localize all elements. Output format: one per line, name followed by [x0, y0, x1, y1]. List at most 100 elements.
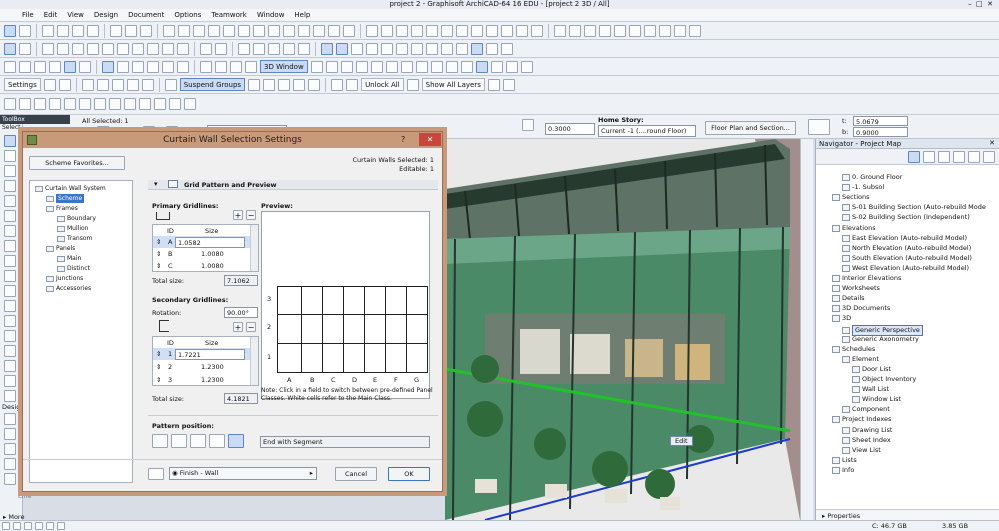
menu-edit[interactable]: Edit [44, 9, 58, 21]
layer-visibility-icon[interactable] [406, 78, 419, 91]
navigator-tree-item[interactable]: Object Inventory [852, 375, 916, 384]
marquee-icon[interactable] [19, 24, 31, 37]
navigator-tree-item[interactable]: S-02 Building Section (Independent) [842, 213, 970, 222]
adjust-icon[interactable] [147, 42, 159, 55]
properties-label[interactable]: ▸ Properties [822, 512, 860, 520]
navigator-menu-icon[interactable] [983, 150, 995, 163]
pick-up-icon[interactable] [43, 78, 56, 91]
t-input[interactable]: 5.0679 [853, 116, 908, 126]
worksheet-tool-icon[interactable] [614, 24, 626, 37]
ortho-icon[interactable] [79, 60, 91, 73]
navigator-tree-item[interactable]: -1. Subsol [842, 183, 884, 192]
primary-row-a[interactable]: ⇕ A 1.0582 [153, 236, 258, 248]
angle-dimension-icon[interactable] [516, 24, 528, 37]
section-tool-icon[interactable] [569, 24, 581, 37]
navigator-tree-item[interactable]: West Elevation (Auto-rebuild Model) [842, 264, 969, 273]
multiply-icon[interactable] [102, 42, 114, 55]
home-story-dropdown[interactable]: Current -1 (....round Floor) [598, 125, 696, 137]
navigator-tree-item[interactable]: Wall List [852, 385, 889, 394]
suspend-icon[interactable] [102, 60, 114, 73]
settings-tree-item[interactable]: Boundary [57, 214, 96, 223]
arc-tool-icon[interactable] [381, 24, 393, 37]
move-up-icon[interactable] [263, 78, 276, 91]
label-tool-icon[interactable] [426, 24, 438, 37]
dimension-tool-icon[interactable] [486, 24, 498, 37]
pen-set-icon[interactable] [411, 42, 423, 55]
cut-icon[interactable] [110, 24, 122, 37]
grid-preview[interactable]: 3 2 1 A B C D E F G [261, 211, 430, 399]
column-tool-icon[interactable] [178, 24, 190, 37]
secondary-row-1[interactable]: ⇕ 1 1.7221 [153, 348, 258, 360]
rotate-icon[interactable] [57, 42, 69, 55]
move-down-icon[interactable] [278, 78, 291, 91]
mirror-icon[interactable] [72, 42, 84, 55]
copy-icon[interactable] [125, 24, 137, 37]
drag-icon[interactable] [42, 42, 54, 55]
new-icon[interactable] [42, 24, 54, 37]
pan-icon[interactable] [283, 42, 295, 55]
align-left-icon[interactable] [293, 78, 306, 91]
partial-structure-icon[interactable] [441, 42, 453, 55]
snap-guides-icon[interactable] [49, 98, 61, 110]
primary-add-button[interactable]: + [233, 210, 243, 220]
shell-tool-icon[interactable] [238, 24, 250, 37]
roof-tool-icon[interactable] [223, 24, 235, 37]
distance-snap-icon[interactable] [184, 98, 196, 110]
navigator-tree-item[interactable]: 3D [832, 314, 851, 323]
status-pan-icon[interactable] [24, 522, 32, 530]
status-arrow-icon[interactable] [2, 522, 10, 530]
grid-snap-toggle-icon[interactable] [4, 98, 16, 110]
ungroup-icon[interactable] [162, 60, 174, 73]
element-info-icon[interactable] [475, 60, 488, 73]
secondary-remove-button[interactable]: − [246, 322, 256, 332]
menu-options[interactable]: Options [174, 9, 201, 21]
split-icon[interactable] [132, 42, 144, 55]
primary-size-input-a[interactable]: 1.0582 [175, 237, 245, 248]
navigator-tree-item[interactable]: Elevations [832, 224, 876, 233]
navigator-icon[interactable] [19, 42, 31, 55]
navigator-tree-item[interactable]: S-01 Building Section (Auto-rebuild Mode [842, 203, 986, 212]
tb-mesh-icon[interactable] [4, 345, 16, 357]
menu-help[interactable]: Help [294, 9, 310, 21]
layer-settings-icon[interactable] [148, 468, 164, 480]
3d-cut-icon[interactable] [200, 60, 212, 73]
pattern-center-icon[interactable] [190, 434, 206, 448]
settings-tree-item[interactable]: Scheme [46, 194, 85, 203]
sun-icon[interactable] [355, 60, 368, 73]
settings-icon[interactable] [501, 42, 513, 55]
settings-tree-item[interactable]: Curtain Wall System [35, 184, 106, 193]
tb-curtain-wall-icon[interactable] [4, 315, 16, 327]
circle-icon[interactable] [248, 78, 261, 91]
lock-layer-icon[interactable] [502, 78, 515, 91]
navigator-tree-item[interactable]: 0. Ground Floor [842, 173, 902, 182]
navigator-tree-item[interactable]: Generic Axonometry [842, 335, 919, 344]
construction-grid-icon[interactable] [34, 60, 46, 73]
paste-icon[interactable] [140, 24, 152, 37]
navigator-tree-item[interactable]: Interior Elevations [832, 274, 901, 283]
tb-line-icon[interactable] [4, 473, 16, 485]
align-icon[interactable] [117, 60, 129, 73]
secondary-size-input-1[interactable]: 1.7221 [175, 349, 245, 360]
group-icon[interactable] [147, 60, 159, 73]
teamwork-icon[interactable] [471, 42, 483, 55]
detail-tool-icon[interactable] [599, 24, 611, 37]
shadow-icon[interactable] [370, 60, 383, 73]
navigator-tree-item[interactable]: Door List [852, 365, 891, 374]
unlock-all-button[interactable]: Unlock All [361, 78, 404, 91]
settings-tree-item[interactable]: Main [57, 254, 81, 263]
movie-icon[interactable] [400, 60, 413, 73]
layout-book-icon[interactable] [938, 150, 950, 163]
camera-tool-icon[interactable] [554, 24, 566, 37]
snap-icon[interactable] [366, 42, 378, 55]
menu-window[interactable]: Window [257, 9, 285, 21]
print-icon[interactable] [87, 24, 99, 37]
tb-window-icon[interactable] [4, 195, 16, 207]
3d-projection-icon[interactable] [215, 60, 227, 73]
settings-tree-item[interactable]: Junctions [46, 274, 83, 283]
navigator-tree-item[interactable]: Sections [832, 193, 870, 202]
gravity-icon[interactable] [336, 42, 348, 55]
tb-morph-icon[interactable] [4, 375, 16, 387]
fill-tool-icon[interactable] [441, 24, 453, 37]
menu-teamwork[interactable]: Teamwork [211, 9, 246, 21]
navigator-tree-item[interactable]: Component [842, 405, 890, 414]
